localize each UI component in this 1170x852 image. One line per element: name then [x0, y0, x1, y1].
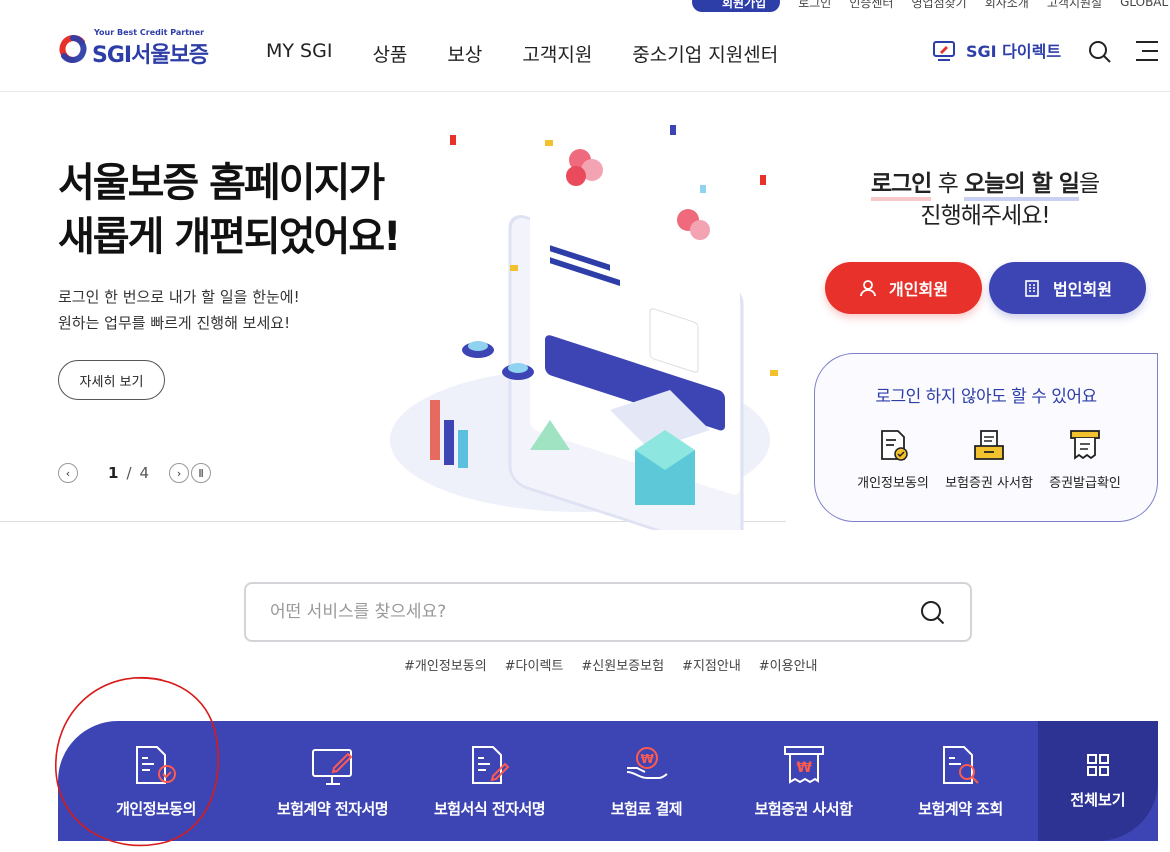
hero-description: 로그인 한 번으로 내가 할 일을 한눈에! 원하는 업무를 빠르게 진행해 보…	[58, 284, 300, 336]
detail-button[interactable]: 자세히 보기	[58, 360, 165, 400]
login-msg-after: 후	[931, 171, 965, 197]
guest-services-box: 로그인 하지 않아도 할 수 있어요 개인정보동의 보험증권 사서함 증권발급확…	[814, 353, 1158, 522]
pager-total: 4	[139, 464, 150, 482]
mailbox-document-icon	[974, 430, 1004, 460]
service-search-input[interactable]	[270, 598, 890, 626]
nav-products[interactable]: 상품	[372, 40, 407, 67]
service-search	[244, 582, 972, 642]
quick-form-e-sign[interactable]: 보험서식 전자서명	[411, 721, 568, 841]
hero-title: 서울보증 홈페이지가 새롭게 개편되었어요!	[58, 156, 401, 264]
guest-item-label: 증권발급확인	[1049, 476, 1121, 491]
prev-slide-button[interactable]: ‹	[58, 463, 78, 483]
guest-item-issuance-check[interactable]: 증권발급확인	[1037, 428, 1133, 491]
sgi-logo-icon	[59, 34, 87, 63]
guest-item-label: 보험증권 사서함	[945, 476, 1033, 491]
document-search-icon	[942, 745, 979, 784]
svg-text:₩: ₩	[640, 752, 654, 766]
quick-contract-inquiry[interactable]: 보험계약 조회	[882, 721, 1039, 841]
nav-my-sgi[interactable]: MY SGI	[266, 40, 332, 67]
slide-pager: ‹ 1 / 4 › Ⅱ	[58, 463, 212, 483]
personal-member-button[interactable]: 개인회원	[825, 262, 982, 314]
hero-title-line1: 서울보증 홈페이지가	[58, 160, 385, 206]
hero-illustration	[390, 125, 778, 530]
guest-item-policy-mailbox[interactable]: 보험증권 사서함	[941, 428, 1037, 491]
nav-compensation[interactable]: 보상	[447, 40, 482, 67]
personal-member-label: 개인회원	[889, 280, 948, 299]
quick-label: 보험증권 사서함	[754, 799, 853, 818]
guest-item-label: 개인정보동의	[857, 476, 929, 491]
corporate-member-label: 법인회원	[1053, 280, 1112, 299]
hero-desc-line1: 로그인 한 번으로 내가 할 일을 한눈에!	[58, 288, 300, 306]
logo-text: SGI서울보증	[92, 43, 209, 68]
header: Your Best Credit Partner SGI서울보증 MY SGI …	[0, 0, 1170, 92]
quick-menu-bar: 개인정보동의 보험계약 전자서명 보험서식 전자서명 ₩ 보험료 결제 ₩ 보험…	[58, 721, 1158, 841]
annotation-circle	[55, 677, 219, 847]
login-msg-today: 오늘의 할 일	[964, 171, 1080, 201]
quick-premium-payment[interactable]: ₩ 보험료 결제	[568, 721, 725, 841]
sgi-direct-link[interactable]: SGI 다이렉트	[932, 38, 1061, 62]
corporate-member-button[interactable]: 법인회원	[989, 262, 1146, 314]
search-tags: #개인정보동의 #다이렉트 #신원보증보험 #지점안내 #이용안내	[404, 655, 818, 674]
next-slide-button[interactable]: ›	[169, 463, 190, 483]
tag-direct[interactable]: #다이렉트	[505, 655, 564, 674]
guest-item-privacy-consent[interactable]: 개인정보동의	[845, 428, 941, 491]
building-icon	[1025, 280, 1039, 297]
logo-tagline: Your Best Credit Partner	[94, 28, 205, 37]
direct-label: SGI 다이렉트	[966, 42, 1062, 61]
tag-identity-guarantee[interactable]: #신원보증보험	[581, 655, 664, 674]
nav-customer-support[interactable]: 고객지원	[522, 40, 592, 67]
menu-icon[interactable]	[1134, 40, 1160, 62]
quick-label: 보험계약 전자서명	[276, 799, 389, 818]
monitor-pen-icon	[311, 748, 352, 785]
direct-icon	[933, 41, 955, 61]
hero-title-line2: 새롭게 개편되었어요!	[58, 214, 401, 260]
login-message: 로그인 후 오늘의 할 일을 진행해주세요!	[820, 168, 1150, 232]
quick-label: 보험계약 조회	[918, 799, 1003, 818]
tag-branch-info[interactable]: #지점안내	[682, 655, 741, 674]
nav-sme-center[interactable]: 중소기업 지원센터	[632, 40, 778, 67]
quick-label: 보험서식 전자서명	[433, 799, 546, 818]
quick-policy-mailbox[interactable]: ₩ 보험증권 사서함	[725, 721, 882, 841]
pager-current: 1	[108, 464, 119, 482]
pager-separator: /	[126, 464, 132, 482]
hand-coin-icon: ₩	[626, 746, 668, 779]
pause-button[interactable]: Ⅱ	[191, 463, 212, 483]
logo[interactable]: Your Best Credit Partner SGI서울보증	[58, 28, 209, 69]
document-check-icon	[881, 430, 908, 461]
guest-title: 로그인 하지 않아도 할 수 있어요	[875, 387, 1097, 407]
quick-contract-e-sign[interactable]: 보험계약 전자서명	[254, 721, 411, 841]
person-icon	[860, 280, 876, 297]
receipt-icon	[1070, 430, 1100, 460]
grid-icon	[1087, 753, 1109, 776]
hero-desc-line2: 원하는 업무를 빠르게 진행해 보세요!	[58, 314, 291, 332]
receipt-won-icon: ₩	[783, 745, 824, 784]
login-msg-login: 로그인	[870, 171, 932, 201]
main-nav: MY SGI 상품 보상 고객지원 중소기업 지원센터	[266, 40, 778, 67]
quick-label: 보험료 결제	[610, 799, 683, 818]
login-msg-suffix: 을	[1078, 171, 1100, 197]
tag-usage-guide[interactable]: #이용안내	[759, 655, 818, 674]
search-icon[interactable]	[1088, 40, 1112, 64]
login-msg-line2: 진행해주세요!	[920, 203, 1050, 229]
document-pen-icon	[471, 745, 509, 784]
svg-text:₩: ₩	[796, 760, 812, 776]
search-icon[interactable]	[920, 600, 946, 626]
view-all-button[interactable]: 전체보기	[1038, 721, 1158, 841]
view-all-label: 전체보기	[1070, 790, 1126, 809]
tag-privacy-consent[interactable]: #개인정보동의	[404, 655, 487, 674]
